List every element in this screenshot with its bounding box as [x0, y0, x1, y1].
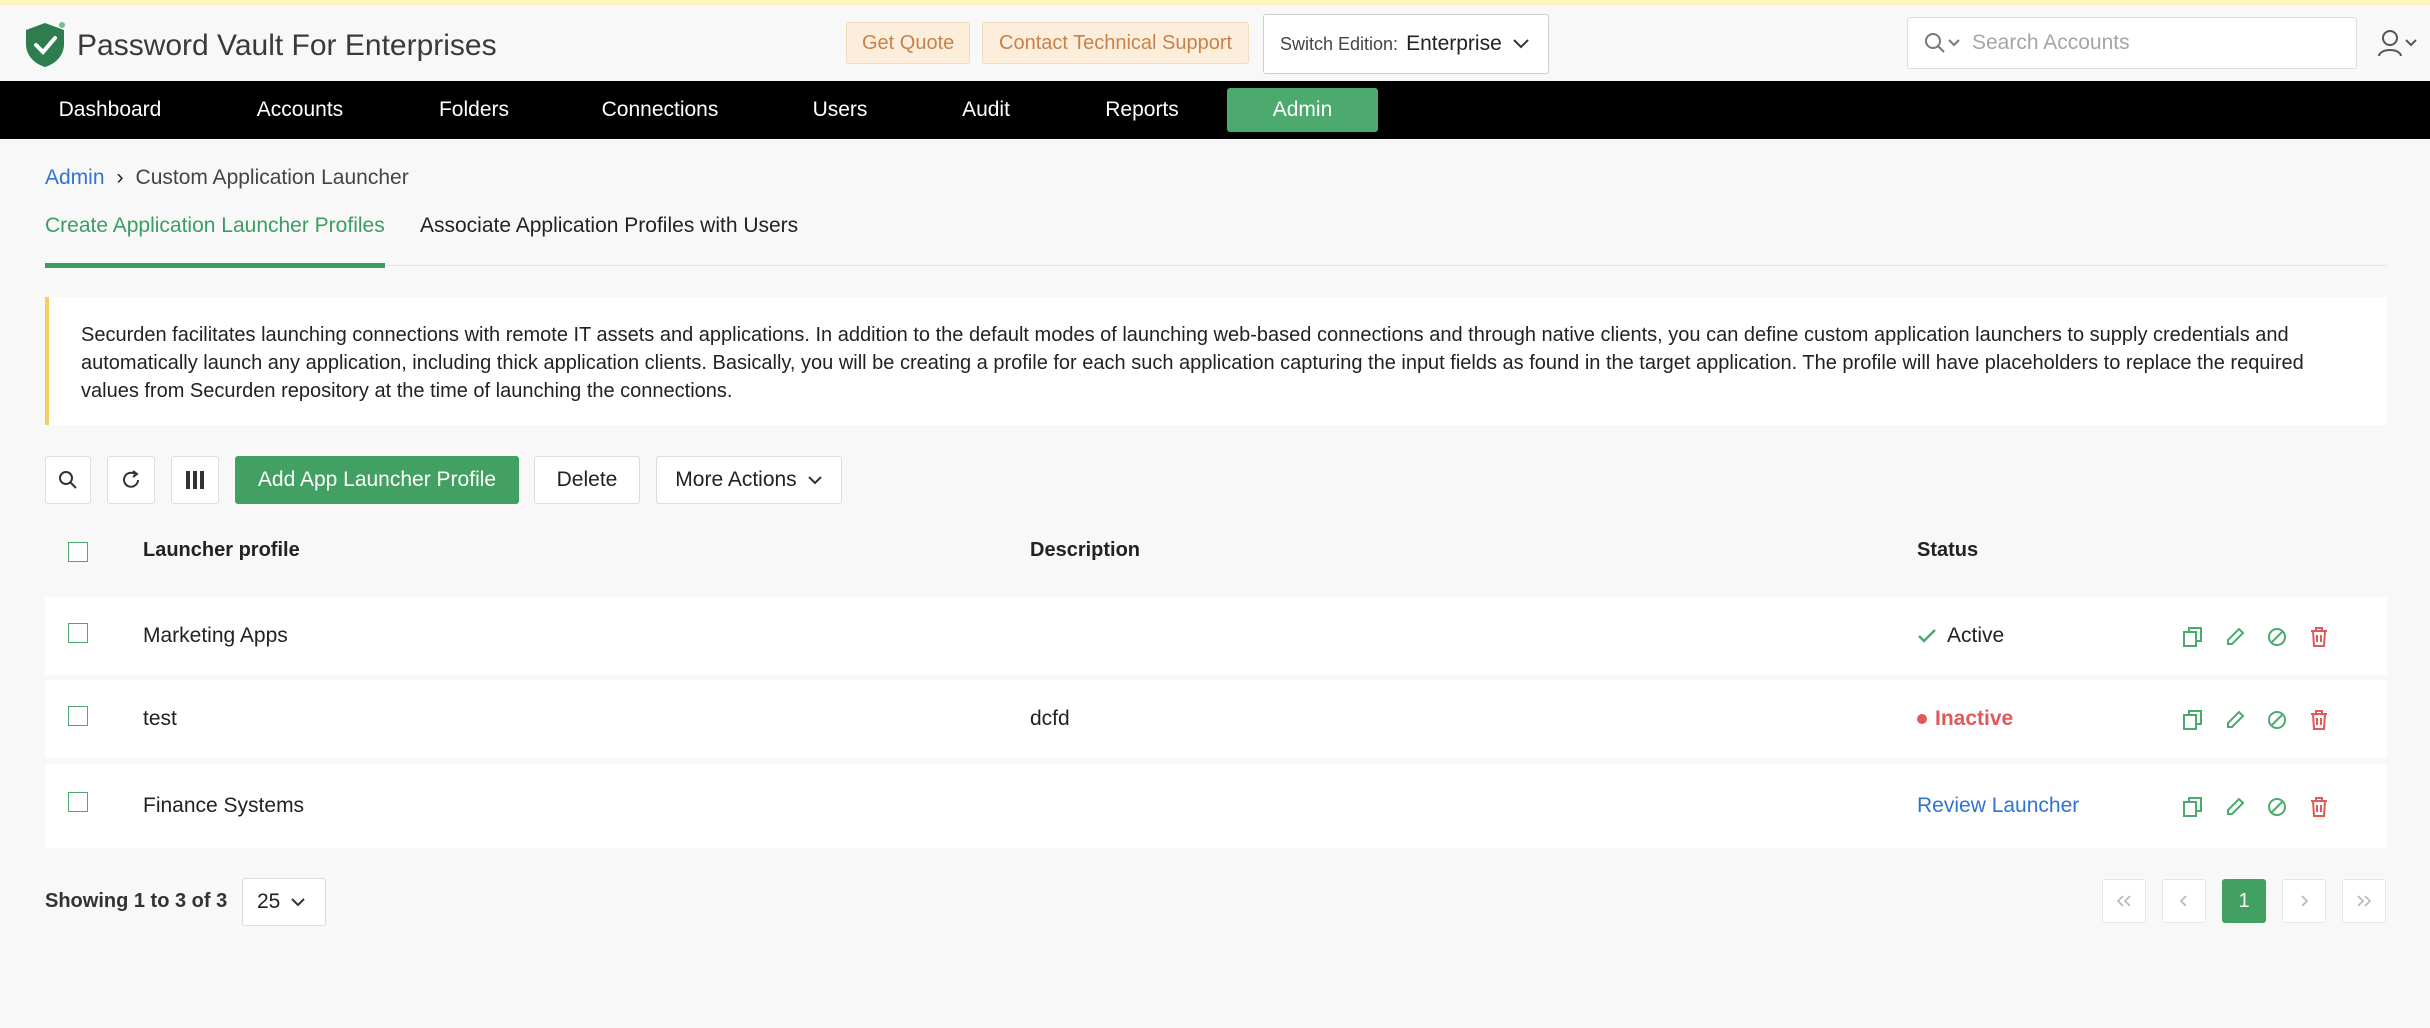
nav-folders[interactable]: Folders: [404, 88, 544, 132]
columns-icon: [186, 471, 204, 489]
nav-admin[interactable]: Admin: [1227, 88, 1378, 132]
contact-support-button[interactable]: Contact Technical Support: [982, 22, 1250, 64]
column-header-launcher-profile[interactable]: Launcher profile: [143, 539, 300, 562]
add-app-launcher-profile-button[interactable]: Add App Launcher Profile: [235, 456, 519, 504]
breadcrumb-admin-link[interactable]: Admin: [45, 166, 105, 190]
delete-button[interactable]: Delete: [534, 456, 640, 504]
search-toggle-button[interactable]: [45, 456, 91, 504]
edit-icon[interactable]: [2224, 626, 2246, 648]
row-checkbox[interactable]: [68, 792, 88, 812]
edition-value: Enterprise: [1406, 32, 1502, 55]
more-actions-label: More Actions: [675, 468, 797, 491]
copy-icon[interactable]: [2182, 796, 2204, 818]
status-text: Inactive: [1935, 707, 2014, 730]
copy-icon[interactable]: [2182, 709, 2204, 731]
search-input[interactable]: [1972, 28, 2342, 58]
double-chevron-right-icon: [2357, 895, 2372, 907]
column-header-status[interactable]: Status: [1917, 539, 1978, 562]
profile-name: Finance Systems: [143, 794, 305, 817]
next-page-button[interactable]: [2282, 879, 2326, 923]
row-actions: [2182, 796, 2350, 818]
disable-icon[interactable]: [2266, 796, 2288, 818]
main-nav: Dashboard Accounts Folders Connections U…: [0, 81, 2430, 139]
search-box[interactable]: [1907, 17, 2357, 69]
status-dot-icon: [1917, 714, 1927, 724]
double-chevron-left-icon: [2116, 895, 2131, 907]
last-page-button[interactable]: [2342, 879, 2386, 923]
column-header-description[interactable]: Description: [1030, 539, 1140, 562]
profile-name: test: [143, 707, 177, 730]
table-header: Launcher profile Description Status: [45, 522, 2387, 580]
page-number-button[interactable]: 1: [2222, 879, 2266, 923]
trash-icon[interactable]: [2308, 796, 2330, 818]
first-page-button[interactable]: [2102, 879, 2146, 923]
status-text: Active: [1947, 624, 2005, 647]
breadcrumb-current: Custom Application Launcher: [135, 166, 409, 189]
refresh-icon: [123, 470, 139, 488]
search-icon[interactable]: [1924, 32, 1964, 56]
chevron-down-icon: [1513, 39, 1529, 49]
tab-bar: Create Application Launcher Profiles Ass…: [45, 212, 2387, 268]
copy-icon[interactable]: [2182, 626, 2204, 648]
status-badge: Active: [1917, 624, 2004, 648]
edition-switcher[interactable]: Switch Edition: Enterprise: [1263, 14, 1549, 74]
trash-icon[interactable]: [2308, 626, 2330, 648]
page-size-select[interactable]: 25: [242, 878, 326, 926]
table-row[interactable]: test dcfd Inactive: [45, 680, 2387, 758]
header: Password Vault For Enterprises Get Quote…: [0, 5, 2430, 81]
row-actions: [2182, 709, 2350, 731]
chevron-down-icon: [291, 898, 306, 907]
nav-reports[interactable]: Reports: [1082, 88, 1202, 132]
nav-audit[interactable]: Audit: [936, 88, 1036, 132]
disable-icon[interactable]: [2266, 626, 2288, 648]
securden-logo-icon: [26, 22, 65, 67]
select-all-checkbox[interactable]: [68, 542, 88, 562]
get-quote-button[interactable]: Get Quote: [846, 22, 971, 64]
table-row[interactable]: Finance Systems Review Launcher: [45, 764, 2387, 848]
columns-button[interactable]: [171, 456, 219, 504]
nav-users[interactable]: Users: [780, 88, 900, 132]
trash-icon[interactable]: [2308, 709, 2330, 731]
profile-description: dcfd: [1030, 707, 1070, 730]
row-checkbox[interactable]: [68, 706, 88, 726]
search-icon: [59, 471, 77, 489]
enable-icon[interactable]: [2266, 709, 2288, 731]
user-menu-icon[interactable]: [2378, 29, 2418, 59]
chevron-down-icon: [807, 476, 822, 485]
app-title: Password Vault For Enterprises: [77, 29, 497, 62]
review-launcher-link[interactable]: Review Launcher: [1917, 794, 2079, 818]
table-row[interactable]: Marketing Apps Active: [45, 597, 2387, 675]
nav-dashboard[interactable]: Dashboard: [40, 88, 180, 132]
tab-create-profiles[interactable]: Create Application Launcher Profiles: [45, 214, 385, 268]
previous-page-button[interactable]: [2162, 879, 2206, 923]
status-badge: Inactive: [1917, 707, 2013, 731]
info-notice: Securden facilitates launching connectio…: [45, 297, 2387, 425]
nav-accounts[interactable]: Accounts: [230, 88, 370, 132]
edit-icon[interactable]: [2224, 796, 2246, 818]
tab-associate-profiles[interactable]: Associate Application Profiles with User…: [420, 214, 798, 264]
breadcrumb: Admin › Custom Application Launcher: [45, 166, 409, 190]
row-actions: [2182, 626, 2350, 648]
nav-connections[interactable]: Connections: [580, 88, 740, 132]
row-checkbox[interactable]: [68, 623, 88, 643]
page-size-value: 25: [257, 890, 281, 913]
profile-name: Marketing Apps: [143, 624, 288, 647]
record-count: Showing 1 to 3 of 3: [45, 890, 228, 912]
breadcrumb-separator: ›: [116, 166, 124, 189]
edition-label: Switch Edition:: [1280, 33, 1399, 54]
check-icon: [1918, 629, 1936, 643]
chevron-left-icon: [2179, 895, 2187, 907]
edit-icon[interactable]: [2224, 709, 2246, 731]
refresh-button[interactable]: [107, 456, 155, 504]
chevron-right-icon: [2301, 895, 2309, 907]
more-actions-button[interactable]: More Actions: [656, 456, 842, 504]
